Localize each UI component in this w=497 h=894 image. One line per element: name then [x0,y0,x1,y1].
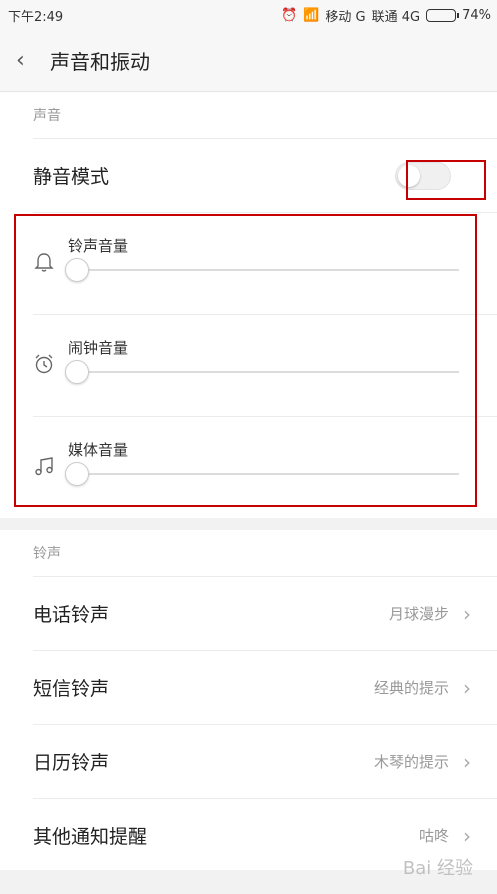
phone-ringtone-label: 电话铃声 [33,604,110,626]
page-title: 声音和振动 [50,50,150,74]
chevron-right-icon: › [463,675,471,700]
page-header: ‹ 声音和振动 [0,30,497,92]
wifi-icon: 📶 [303,7,320,23]
back-icon[interactable]: ‹ [16,48,44,73]
sms-ringtone-label: 短信铃声 [33,678,110,700]
battery-percent: 74% [462,7,491,23]
section-gap [0,518,497,530]
other-notification-label: 其他通知提醒 [33,826,148,848]
status-bar: 下午2:49 ⏰ 📶 移动 G 联通 4G 74% [0,0,497,30]
highlight-box-toggle [406,160,486,200]
battery-icon [426,8,460,22]
phone-ringtone-value: 月球漫步 [388,605,449,623]
watermark: Bai 经验 [402,858,473,879]
status-time: 下午2:49 [8,9,64,25]
chevron-right-icon: › [463,749,471,774]
carrier-1: 移动 G [325,9,366,25]
carrier-2: 联通 4G [371,9,421,25]
calendar-ringtone-label: 日历铃声 [33,752,110,774]
sms-ringtone-row[interactable]: 短信铃声 经典的提示 › [33,650,497,724]
sms-ringtone-value: 经典的提示 [373,679,449,697]
section-label-sound: 声音 [33,108,61,124]
chevron-right-icon: › [463,601,471,626]
status-icons: ⏰ 📶 移动 G 联通 4G 74% [281,6,491,25]
other-notification-value: 咕咚 [418,827,449,845]
alarm-status-icon: ⏰ [281,7,298,23]
ringtone-section: 铃声 电话铃声 月球漫步 › 短信铃声 经典的提示 › 日历铃声 木琴的提示 ›… [0,530,497,872]
chevron-right-icon: › [463,823,471,848]
highlight-box-volumes [14,214,477,507]
section-label-ringtone: 铃声 [33,546,61,562]
calendar-ringtone-row[interactable]: 日历铃声 木琴的提示 › [33,724,497,798]
calendar-ringtone-value: 木琴的提示 [373,753,449,771]
mute-mode-label: 静音模式 [33,166,110,188]
phone-ringtone-row[interactable]: 电话铃声 月球漫步 › [33,576,497,650]
